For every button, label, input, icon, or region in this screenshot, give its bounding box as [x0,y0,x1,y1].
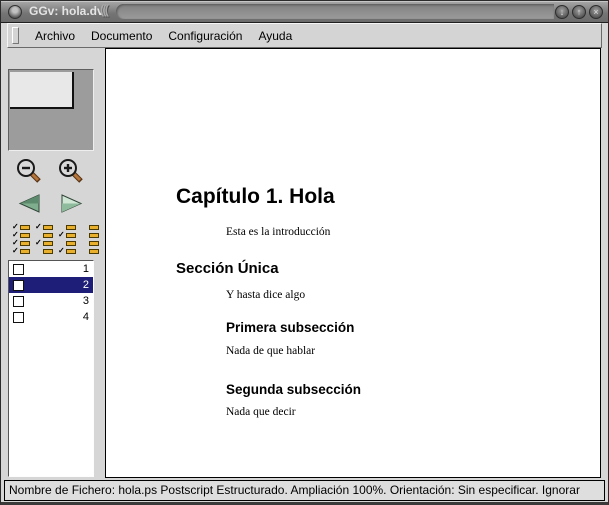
previous-page-icon [18,194,41,213]
page-box-icon [66,249,76,254]
subsection-heading: Primera subsección [226,320,354,335]
doc-paragraph: Y hasta dice algo [226,289,305,301]
maximize-icon[interactable]: ↑ [572,5,586,19]
page-mark-checkbox[interactable] [13,312,24,323]
page-list-row-2[interactable]: 2 [9,277,93,293]
page-box-icon [20,233,30,238]
page-mark-checkbox[interactable] [13,296,24,307]
page-mark-checkbox[interactable] [13,264,24,275]
document-view[interactable]: Capítulo 1. Hola Esta es la introducción… [105,48,601,478]
check-icon: ✓ [58,248,66,254]
zoom-in-button[interactable] [58,158,84,184]
titlebar-grip[interactable] [116,4,554,19]
page-box-icon [43,233,53,238]
close-icon[interactable]: × [589,5,603,19]
section-heading: Sección Única [176,260,279,277]
check-icon: ✓ [35,240,43,246]
page-box-icon [89,225,99,230]
check-icon: ✓ [12,248,20,254]
page-list-row-4[interactable]: 4 [9,309,93,325]
page-box-icon [20,249,30,254]
app-window: GGv: hola.dvi ((( ↓ ↑ × Archivo Document… [0,0,609,505]
zoom-in-icon [58,158,84,184]
window-controls: ↓ ↑ × [555,5,603,19]
page-list-row-1[interactable]: 1 [9,261,93,277]
page-box-icon [20,225,30,230]
doc-paragraph: Nada de que hablar [226,345,315,357]
unmark-all-pages-button[interactable]: ✓ ✓ ✓ ✓ [81,224,100,254]
previous-page-button[interactable] [18,194,41,213]
chapter-heading: Capítulo 1. Hola [176,185,335,209]
thumbnail-visible-area [10,72,74,109]
page-number: 3 [83,295,89,307]
page-number: 2 [83,279,89,291]
page-box-icon [43,225,53,230]
menubar: Archivo Documento Configuración Ayuda [7,23,602,48]
mark-even-pages-button[interactable]: ✓ ✓ ✓ ✓ [58,224,77,254]
doc-paragraph: Nada que decir [226,406,296,418]
window-menu-icon[interactable] [8,5,22,19]
main-content: ✓ ✓ ✓ ✓ ✓ ✓ ✓ ✓ ✓ ✓ ✓ ✓ ✓ ✓ ✓ ✓ [7,48,601,478]
menu-ayuda[interactable]: Ayuda [250,26,300,46]
page-box-icon [89,249,99,254]
page-thumbnail[interactable] [8,69,94,151]
check-icon: ✓ [58,232,66,238]
mark-all-pages-button[interactable]: ✓ ✓ ✓ ✓ [12,224,31,254]
page-box-icon [43,241,53,246]
window-title: GGv: hola.dvi [29,1,107,22]
statusbar: Nombre de Fichero: hola.ps Postscript Es… [4,480,605,501]
page-box-icon [66,241,76,246]
page-box-icon [43,249,53,254]
statusbar-text: Nombre de Fichero: hola.ps Postscript Es… [9,483,580,497]
page-list: 1 2 3 4 [8,260,94,477]
page-box-icon [66,233,76,238]
page-box-icon [20,241,30,246]
subsection-heading: Segunda subsección [226,382,361,397]
next-page-button[interactable] [60,194,83,213]
menu-configuracion[interactable]: Configuración [160,26,250,46]
menu-archivo[interactable]: Archivo [27,26,83,46]
zoom-out-icon [16,158,42,184]
minimize-icon[interactable]: ↓ [555,5,569,19]
page-box-icon [89,233,99,238]
doc-paragraph: Esta es la introducción [226,226,330,238]
titlebar-grip-texture: ((( [100,2,107,17]
zoom-out-button[interactable] [16,158,42,184]
mark-odd-pages-button[interactable]: ✓ ✓ ✓ ✓ [35,224,54,254]
menu-documento[interactable]: Documento [83,26,160,46]
page-list-row-3[interactable]: 3 [9,293,93,309]
menubar-drag-handle[interactable] [12,27,19,44]
sidebar: ✓ ✓ ✓ ✓ ✓ ✓ ✓ ✓ ✓ ✓ ✓ ✓ ✓ ✓ ✓ ✓ [7,48,105,478]
titlebar[interactable]: GGv: hola.dvi ((( ↓ ↑ × [1,1,608,23]
next-page-icon [60,194,83,213]
page-mark-checkbox[interactable] [13,280,24,291]
page-box-icon [66,225,76,230]
page-number: 4 [83,311,89,323]
check-icon: ✓ [35,224,43,230]
page-box-icon [89,241,99,246]
page-number: 1 [83,263,89,275]
